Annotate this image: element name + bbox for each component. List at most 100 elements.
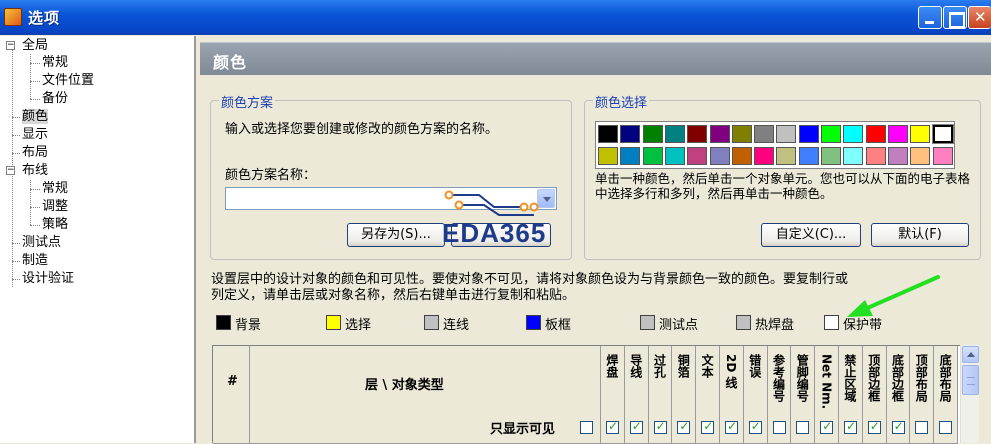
object-column-header[interactable]: 文本 [696,346,720,444]
background-color-chip[interactable] [216,315,231,330]
tree-item-manufacturing[interactable]: 制造 [22,252,48,270]
palette-swatch[interactable] [620,125,641,143]
column-visible-checkbox[interactable] [915,421,929,434]
custom-color-button[interactable]: 自定义(C)... [761,223,861,247]
object-column-header[interactable]: 顶部边框 [862,346,887,444]
column-visible-checkbox[interactable] [844,419,857,434]
palette-swatch[interactable] [620,147,641,165]
collapse-toggle-icon[interactable]: − [6,166,15,175]
minimize-button[interactable] [918,6,942,29]
board-outline-color-chip[interactable] [526,315,541,330]
palette-swatch[interactable] [865,147,886,165]
palette-swatch[interactable] [754,125,775,143]
visible-only-checkbox[interactable] [580,421,593,434]
options-tree[interactable]: − 全局 常规 文件位置 备份 颜色 显示 布局 − 布线 常规 调整 策略 测… [0,36,196,443]
tree-item-test-points[interactable]: 测试点 [22,234,61,252]
palette-swatch[interactable] [642,125,663,143]
palette-swatch[interactable] [865,125,886,143]
object-column-header[interactable]: 顶部布局 [910,346,935,444]
column-visible-checkbox[interactable] [629,419,643,434]
save-as-button[interactable]: 另存为(S)... [347,223,445,247]
column-visible-checkbox[interactable] [653,419,667,434]
object-column-header[interactable]: 底部布局 [934,346,958,444]
column-visible-checkbox[interactable] [891,419,905,434]
tree-item-general[interactable]: 常规 [42,54,68,72]
selection-color-chip[interactable] [326,315,341,330]
palette-swatch[interactable] [754,147,775,165]
connection-color-chip[interactable] [424,315,439,330]
maximize-button[interactable] [943,6,967,29]
palette-swatch[interactable] [598,147,618,165]
palette-swatch[interactable] [776,125,797,143]
tree-item-strategy[interactable]: 策略 [42,216,68,234]
tree-item-display[interactable]: 显示 [22,126,48,144]
test-point-label: 测试点 [659,318,699,333]
test-point-color-chip[interactable] [640,315,655,330]
tree-item-routing-general[interactable]: 常规 [42,180,68,198]
palette-swatch[interactable] [731,125,752,143]
object-column-header[interactable]: 铜箔 [672,346,697,444]
palette-swatch[interactable] [776,147,797,165]
column-visible-checkbox[interactable] [772,421,786,434]
palette-swatch[interactable] [642,147,663,165]
palette-swatch[interactable] [843,125,864,143]
column-visible-checkbox[interactable] [796,421,810,434]
tree-item-backup[interactable]: 备份 [42,90,68,108]
column-visible-checkbox[interactable] [725,419,738,434]
palette-swatch[interactable] [932,147,953,165]
tree-item-layout[interactable]: 布局 [22,144,48,162]
layer-column-header[interactable]: 层 \ 对象类型 只显示可见 [250,346,601,444]
palette-swatch[interactable] [598,125,618,143]
palette-swatch[interactable] [931,124,954,144]
palette-swatch[interactable] [910,125,931,143]
color-palette[interactable] [595,121,955,169]
grid-scrollbar[interactable] [960,345,979,443]
palette-swatch[interactable] [887,147,908,165]
palette-swatch[interactable] [798,125,819,143]
layer-color-grid[interactable]: # 层 \ 对象类型 只显示可见 焊盘导线过孔铜箔文本 2D 线错误参考编号管脚编… [212,345,960,444]
column-visible-checkbox[interactable] [820,419,834,434]
object-column-header[interactable]: Net Nm. [815,346,839,444]
tree-item-design-verification[interactable]: 设计验证 [22,270,74,288]
palette-swatch[interactable] [709,125,730,143]
palette-swatch[interactable] [687,147,708,165]
column-visible-checkbox[interactable] [867,419,881,434]
object-column-header[interactable]: 2D 线 [720,346,744,444]
column-visible-checkbox[interactable] [701,419,715,434]
palette-swatch[interactable] [843,147,864,165]
tree-item-colors[interactable]: 颜色 [22,108,49,126]
palette-swatch[interactable] [910,147,931,165]
palette-swatch[interactable] [731,147,752,165]
tree-line [12,153,20,154]
object-column-header[interactable]: 参考编号 [767,346,792,444]
selection-label: 选择 [345,318,372,333]
object-column-header[interactable]: 禁止区域 [839,346,863,444]
palette-swatch[interactable] [664,125,685,143]
column-visible-checkbox[interactable] [748,419,762,434]
tree-item-adjust[interactable]: 调整 [42,198,68,216]
object-column-header[interactable]: 过孔 [648,346,673,444]
scroll-thumb[interactable] [962,365,979,395]
thermal-pad-color-chip[interactable] [736,315,751,330]
column-visible-checkbox[interactable] [677,419,691,434]
palette-swatch[interactable] [821,125,841,143]
collapse-toggle-icon[interactable]: − [6,41,15,50]
scroll-up-icon[interactable] [962,346,979,363]
column-visible-checkbox[interactable] [939,421,953,434]
object-column-header[interactable]: 底部边框 [886,346,911,444]
visible-only-label: 只显示可见 [490,422,556,437]
close-button[interactable] [968,6,991,29]
palette-swatch[interactable] [798,147,819,165]
palette-swatch[interactable] [887,125,908,143]
palette-swatch[interactable] [709,147,730,165]
palette-swatch[interactable] [687,125,708,143]
column-visible-checkbox[interactable] [606,419,619,434]
object-column-header[interactable]: 管脚编号 [791,346,816,444]
object-column-header[interactable]: 焊盘 [601,346,625,444]
palette-swatch[interactable] [664,147,685,165]
tree-item-file-locations[interactable]: 文件位置 [42,72,94,90]
palette-swatch[interactable] [821,147,841,165]
object-column-header[interactable]: 错误 [743,346,768,444]
object-column-header[interactable]: 导线 [624,346,649,444]
default-color-button[interactable]: 默认(F) [871,223,969,247]
